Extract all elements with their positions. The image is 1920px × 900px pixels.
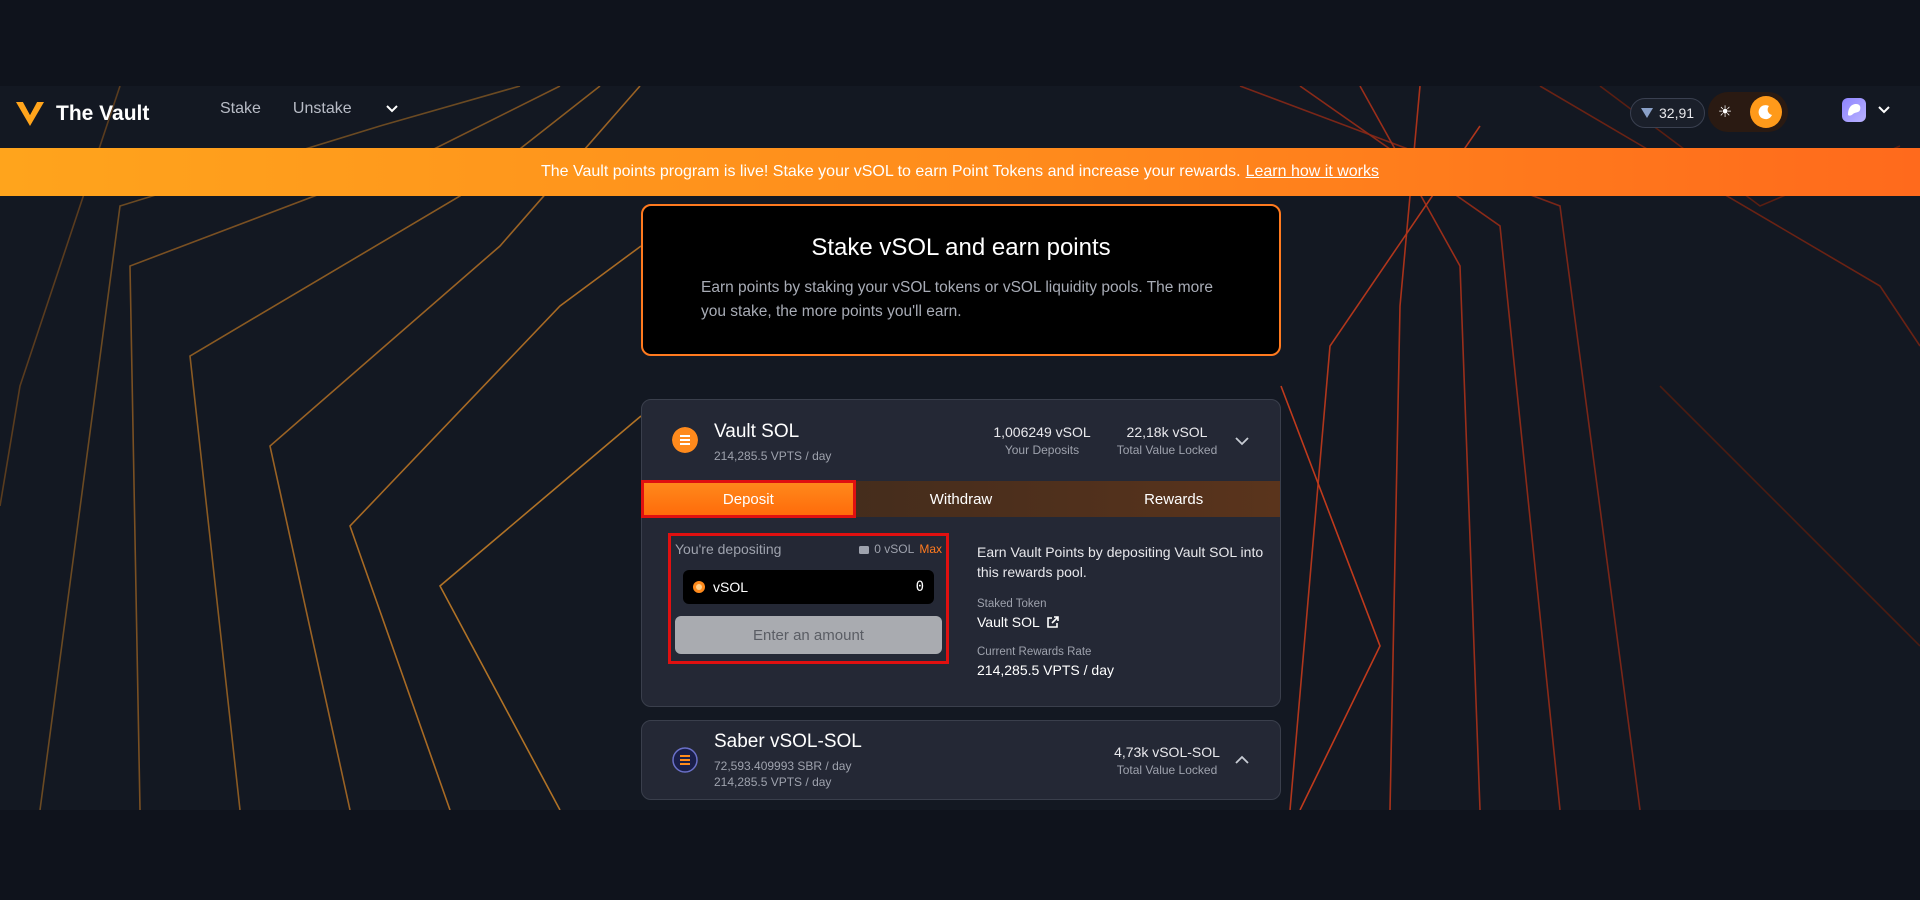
max-button[interactable]: Max	[919, 542, 942, 556]
total-value-locked: 4,73k vSOL-SOL Total Value Locked	[1097, 744, 1237, 777]
amount-input-row[interactable]: vSOL 0	[683, 570, 934, 604]
pool-rate-sbr: 72,593.409993 SBR / day	[714, 759, 852, 773]
chevron-down-icon[interactable]	[1233, 432, 1251, 450]
learn-more-link[interactable]: Learn how it works	[1246, 163, 1379, 181]
pool-description: Earn Vault Points by depositing Vault SO…	[977, 544, 1264, 580]
pool-card-saber-vsol-sol[interactable]: Saber vSOL-SOL 72,593.409993 SBR / day 2…	[641, 720, 1281, 800]
sun-icon[interactable]: ☀	[1714, 101, 1736, 123]
app-window: The Vault Stake Unstake 32,91 ☀ The Vaul…	[0, 86, 1920, 810]
rewards-rate-label: Current Rewards Rate	[977, 646, 1092, 658]
deposit-label: You're depositing	[675, 541, 782, 557]
hero-subtitle: Earn points by staking your vSOL tokens …	[701, 279, 1214, 320]
theme-toggle[interactable]: ☀	[1708, 92, 1788, 132]
deposit-header: You're depositing 0 vSOL Max	[675, 540, 942, 558]
your-deposits: 1,006249 vSOL Your Deposits	[982, 424, 1102, 457]
vault-logo-icon	[16, 102, 44, 126]
nav-stake[interactable]: Stake	[220, 100, 261, 118]
amount-input[interactable]: 0	[864, 579, 924, 595]
pool-card-vault-sol: Vault SOL 214,285.5 VPTS / day 1,006249 …	[641, 399, 1281, 707]
pool-rate-vpts: 214,285.5 VPTS / day	[714, 775, 832, 789]
nav-unstake[interactable]: Unstake	[293, 100, 352, 118]
hero-title: Stake vSOL and earn points	[811, 234, 1111, 261]
token-selector: vSOL	[693, 579, 864, 595]
tvl-value: 4,73k vSOL-SOL	[1114, 744, 1220, 760]
external-link-icon[interactable]	[1046, 615, 1059, 629]
vsol-token-icon	[693, 581, 705, 593]
pool-info: Earn Vault Points by depositing Vault SO…	[977, 542, 1267, 678]
app-title: The Vault	[56, 102, 150, 125]
main-nav: Stake Unstake	[220, 100, 400, 118]
staked-token-label: Staked Token	[977, 598, 1047, 610]
tvl-label: Total Value Locked	[1116, 443, 1218, 457]
app-logo[interactable]: The Vault	[14, 98, 149, 130]
top-navigation-bar: The Vault Stake Unstake 32,91 ☀	[0, 86, 1920, 148]
enter-amount-button[interactable]: Enter an amount	[675, 616, 942, 654]
banner-text: The Vault points program is live! Stake …	[541, 163, 1241, 180]
staked-token-value[interactable]: Vault SOL	[977, 614, 1040, 630]
tab-deposit[interactable]: Deposit	[641, 480, 856, 518]
rewards-rate-value: 214,285.5 VPTS / day	[977, 662, 1114, 678]
chevron-up-icon[interactable]	[1233, 751, 1251, 769]
staked-token-link[interactable]: Vault SOL	[977, 614, 1267, 630]
tvl-value: 22,18k vSOL	[1126, 424, 1208, 440]
wallet-menu[interactable]	[1842, 98, 1892, 122]
points-balance-value: 32,91	[1659, 105, 1695, 121]
token-symbol: vSOL	[713, 579, 749, 595]
wallet-icon	[859, 545, 870, 554]
your-deposits-label: Your Deposits	[1004, 443, 1080, 457]
tab-rewards[interactable]: Rewards	[1067, 481, 1280, 517]
your-deposits-value: 1,006249 vSOL	[993, 424, 1091, 440]
saber-token-icon	[672, 747, 698, 773]
pool-rate: 214,285.5 VPTS / day	[714, 449, 832, 463]
deposit-form: You're depositing 0 vSOL Max vSOL 0 Ente…	[668, 533, 949, 664]
vault-logo-icon	[1641, 108, 1653, 118]
wallet-balance-value: 0 vSOL	[874, 542, 915, 556]
hero-card: Stake vSOL and earn points Earn points b…	[641, 204, 1281, 356]
pool-header[interactable]: Vault SOL 214,285.5 VPTS / day 1,006249 …	[642, 400, 1280, 481]
wallet-avatar-icon[interactable]	[1842, 98, 1866, 122]
pool-name: Vault SOL	[714, 421, 800, 442]
moon-icon[interactable]	[1750, 96, 1782, 128]
pool-name: Saber vSOL-SOL	[714, 731, 862, 752]
vault-sol-token-icon	[672, 427, 698, 453]
announcement-banner: The Vault points program is live! Stake …	[0, 148, 1920, 196]
tvl-label: Total Value Locked	[1116, 763, 1218, 777]
wallet-balance: 0 vSOL Max	[859, 542, 942, 556]
points-balance[interactable]: 32,91	[1630, 98, 1706, 128]
tab-withdraw[interactable]: Withdraw	[855, 481, 1068, 517]
chevron-down-icon[interactable]	[384, 101, 400, 117]
pool-tabs: Deposit Withdraw Rewards	[641, 480, 1280, 518]
total-value-locked: 22,18k vSOL Total Value Locked	[1107, 424, 1227, 457]
chevron-down-icon[interactable]	[1876, 102, 1892, 118]
